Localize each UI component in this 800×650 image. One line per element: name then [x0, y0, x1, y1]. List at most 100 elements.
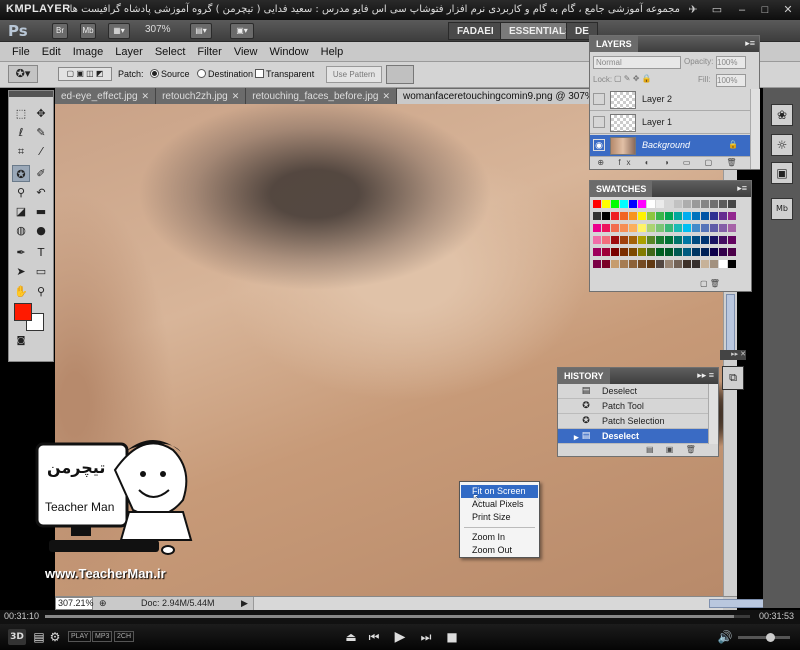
color-swatch[interactable] — [710, 248, 718, 256]
layers-footer-icons[interactable]: ⊕ fx ◐ ◑ ▭ ▢ 🗑 — [590, 157, 750, 169]
tab-doc-2[interactable]: retouch2zh.jpg ✕ — [156, 88, 247, 104]
menu-window[interactable]: Window — [264, 42, 315, 62]
source-radio[interactable]: Source — [150, 69, 190, 79]
color-swatch[interactable] — [629, 248, 637, 256]
color-swatch[interactable] — [665, 248, 673, 256]
use-pattern-button[interactable]: Use Pattern — [326, 66, 382, 83]
path-select-tool-icon[interactable]: ➤ — [12, 263, 30, 280]
fill-field[interactable]: 100% — [716, 74, 746, 87]
history-panel-header[interactable]: HISTORY ▸▸ ≡ — [558, 368, 718, 384]
crop-tool-icon[interactable]: ⌗ — [12, 143, 30, 160]
3d-icon[interactable]: 3D — [8, 629, 26, 645]
color-swatch[interactable] — [710, 236, 718, 244]
color-swatch[interactable] — [692, 248, 700, 256]
history-brush-tool-icon[interactable]: ↶ — [32, 184, 50, 201]
color-swatch[interactable] — [647, 248, 655, 256]
toolbox-grip[interactable] — [9, 91, 53, 97]
color-swatch[interactable] — [683, 224, 691, 232]
quick-select-tool-icon[interactable]: ✎ — [32, 124, 50, 141]
tool-preset-picker[interactable]: ✪▾ — [8, 65, 38, 83]
pattern-picker[interactable] — [386, 65, 414, 84]
lasso-tool-icon[interactable]: ℓ — [12, 124, 30, 141]
color-swatch[interactable] — [629, 200, 637, 208]
shape-tool-icon[interactable]: ▭ — [32, 263, 50, 280]
color-swatch[interactable] — [728, 212, 736, 220]
move-tool-icon[interactable]: ✥ — [32, 105, 50, 122]
volume-slider[interactable] — [738, 633, 790, 642]
horizontal-scroll-thumb[interactable] — [709, 599, 769, 608]
history-scrollbar[interactable] — [708, 384, 718, 444]
color-swatch[interactable] — [728, 200, 736, 208]
close-tab-icon[interactable]: ✕ — [142, 91, 150, 101]
color-swatch[interactable] — [692, 200, 700, 208]
dock-controls[interactable]: ▸▸ ✕ — [720, 350, 746, 360]
color-swatch[interactable] — [665, 236, 673, 244]
selection-mode-buttons[interactable]: ▢ ▣ ◫ ◩ — [58, 67, 112, 81]
color-swatch[interactable] — [665, 224, 673, 232]
settings-icon[interactable]: ⚙ — [46, 629, 64, 645]
color-swatch[interactable] — [674, 248, 682, 256]
maximize-icon[interactable]: □ — [758, 3, 772, 17]
color-swatch[interactable] — [638, 248, 646, 256]
source-radio-button[interactable] — [150, 69, 159, 78]
color-swatch[interactable] — [602, 212, 610, 220]
color-swatch[interactable] — [620, 224, 628, 232]
bridge-button[interactable]: Br — [52, 23, 68, 39]
type-tool-icon[interactable]: T — [32, 244, 50, 261]
color-swatch[interactable] — [647, 236, 655, 244]
color-swatch[interactable] — [638, 212, 646, 220]
color-swatch[interactable] — [593, 260, 601, 268]
color-swatch[interactable] — [638, 236, 646, 244]
previous-icon[interactable]: ⏮ — [365, 629, 383, 645]
color-swatch[interactable] — [692, 260, 700, 268]
color-swatch[interactable] — [656, 260, 664, 268]
color-swatch[interactable] — [674, 200, 682, 208]
color-swatch[interactable] — [602, 248, 610, 256]
color-swatch[interactable] — [710, 260, 718, 268]
pen-tool-icon[interactable]: ✒ — [12, 244, 30, 261]
swatches-tab[interactable]: SWATCHES — [590, 181, 653, 197]
color-swatch[interactable] — [656, 200, 664, 208]
pin-icon[interactable]: ✈ — [686, 3, 700, 17]
tab-doc-4-active[interactable]: womanfaceretouchingcomin9.png @ 307% — [397, 89, 590, 104]
stop-icon[interactable]: ■ — [443, 629, 461, 645]
color-swatch[interactable] — [719, 200, 727, 208]
history-state[interactable]: ✪ Patch Selection — [558, 414, 708, 429]
next-icon[interactable]: ⏭ — [417, 629, 435, 645]
color-swatch[interactable] — [611, 212, 619, 220]
layer-row[interactable]: Layer 2 — [590, 89, 750, 111]
color-swatch[interactable] — [602, 224, 610, 232]
swatches-panel-header[interactable]: SWATCHES ▸≡ — [590, 181, 751, 197]
color-swatch[interactable] — [620, 260, 628, 268]
color-swatch[interactable] — [701, 260, 709, 268]
color-swatch[interactable] — [728, 236, 736, 244]
menu-filter[interactable]: Filter — [191, 42, 227, 62]
color-swatch[interactable] — [620, 200, 628, 208]
menu-layer[interactable]: Layer — [109, 42, 149, 62]
color-swatch[interactable] — [602, 236, 610, 244]
color-swatch[interactable] — [629, 212, 637, 220]
menu-view[interactable]: View — [228, 42, 264, 62]
patch-tool-icon[interactable]: ✪ — [12, 165, 30, 182]
mini-mode-icon[interactable]: ▭ — [710, 3, 724, 17]
color-swatch[interactable] — [674, 224, 682, 232]
history-state[interactable]: ▤ Deselect — [558, 384, 708, 399]
blur-tool-icon[interactable]: ◍ — [12, 222, 30, 239]
zoom-field[interactable]: 307.21% — [55, 597, 94, 610]
color-swatch[interactable] — [611, 200, 619, 208]
color-swatch[interactable] — [692, 212, 700, 220]
marquee-tool-icon[interactable]: ⬚ — [12, 105, 30, 122]
color-swatch[interactable] — [728, 224, 736, 232]
destination-radio[interactable]: Destination — [197, 69, 253, 79]
dodge-tool-icon[interactable]: ● — [32, 222, 50, 239]
color-swatch[interactable] — [593, 248, 601, 256]
lock-icons[interactable]: ▢ ✎ ✥ 🔒 — [614, 74, 652, 83]
transparent-check[interactable] — [255, 69, 264, 78]
color-swatch[interactable] — [719, 248, 727, 256]
layers-scrollbar[interactable] — [750, 89, 760, 169]
visibility-toggle[interactable] — [593, 93, 605, 105]
color-swatch[interactable] — [719, 212, 727, 220]
color-swatch[interactable] — [701, 236, 709, 244]
status-menu-arrow-icon[interactable]: ▶ — [241, 598, 248, 609]
color-swatch[interactable] — [593, 224, 601, 232]
